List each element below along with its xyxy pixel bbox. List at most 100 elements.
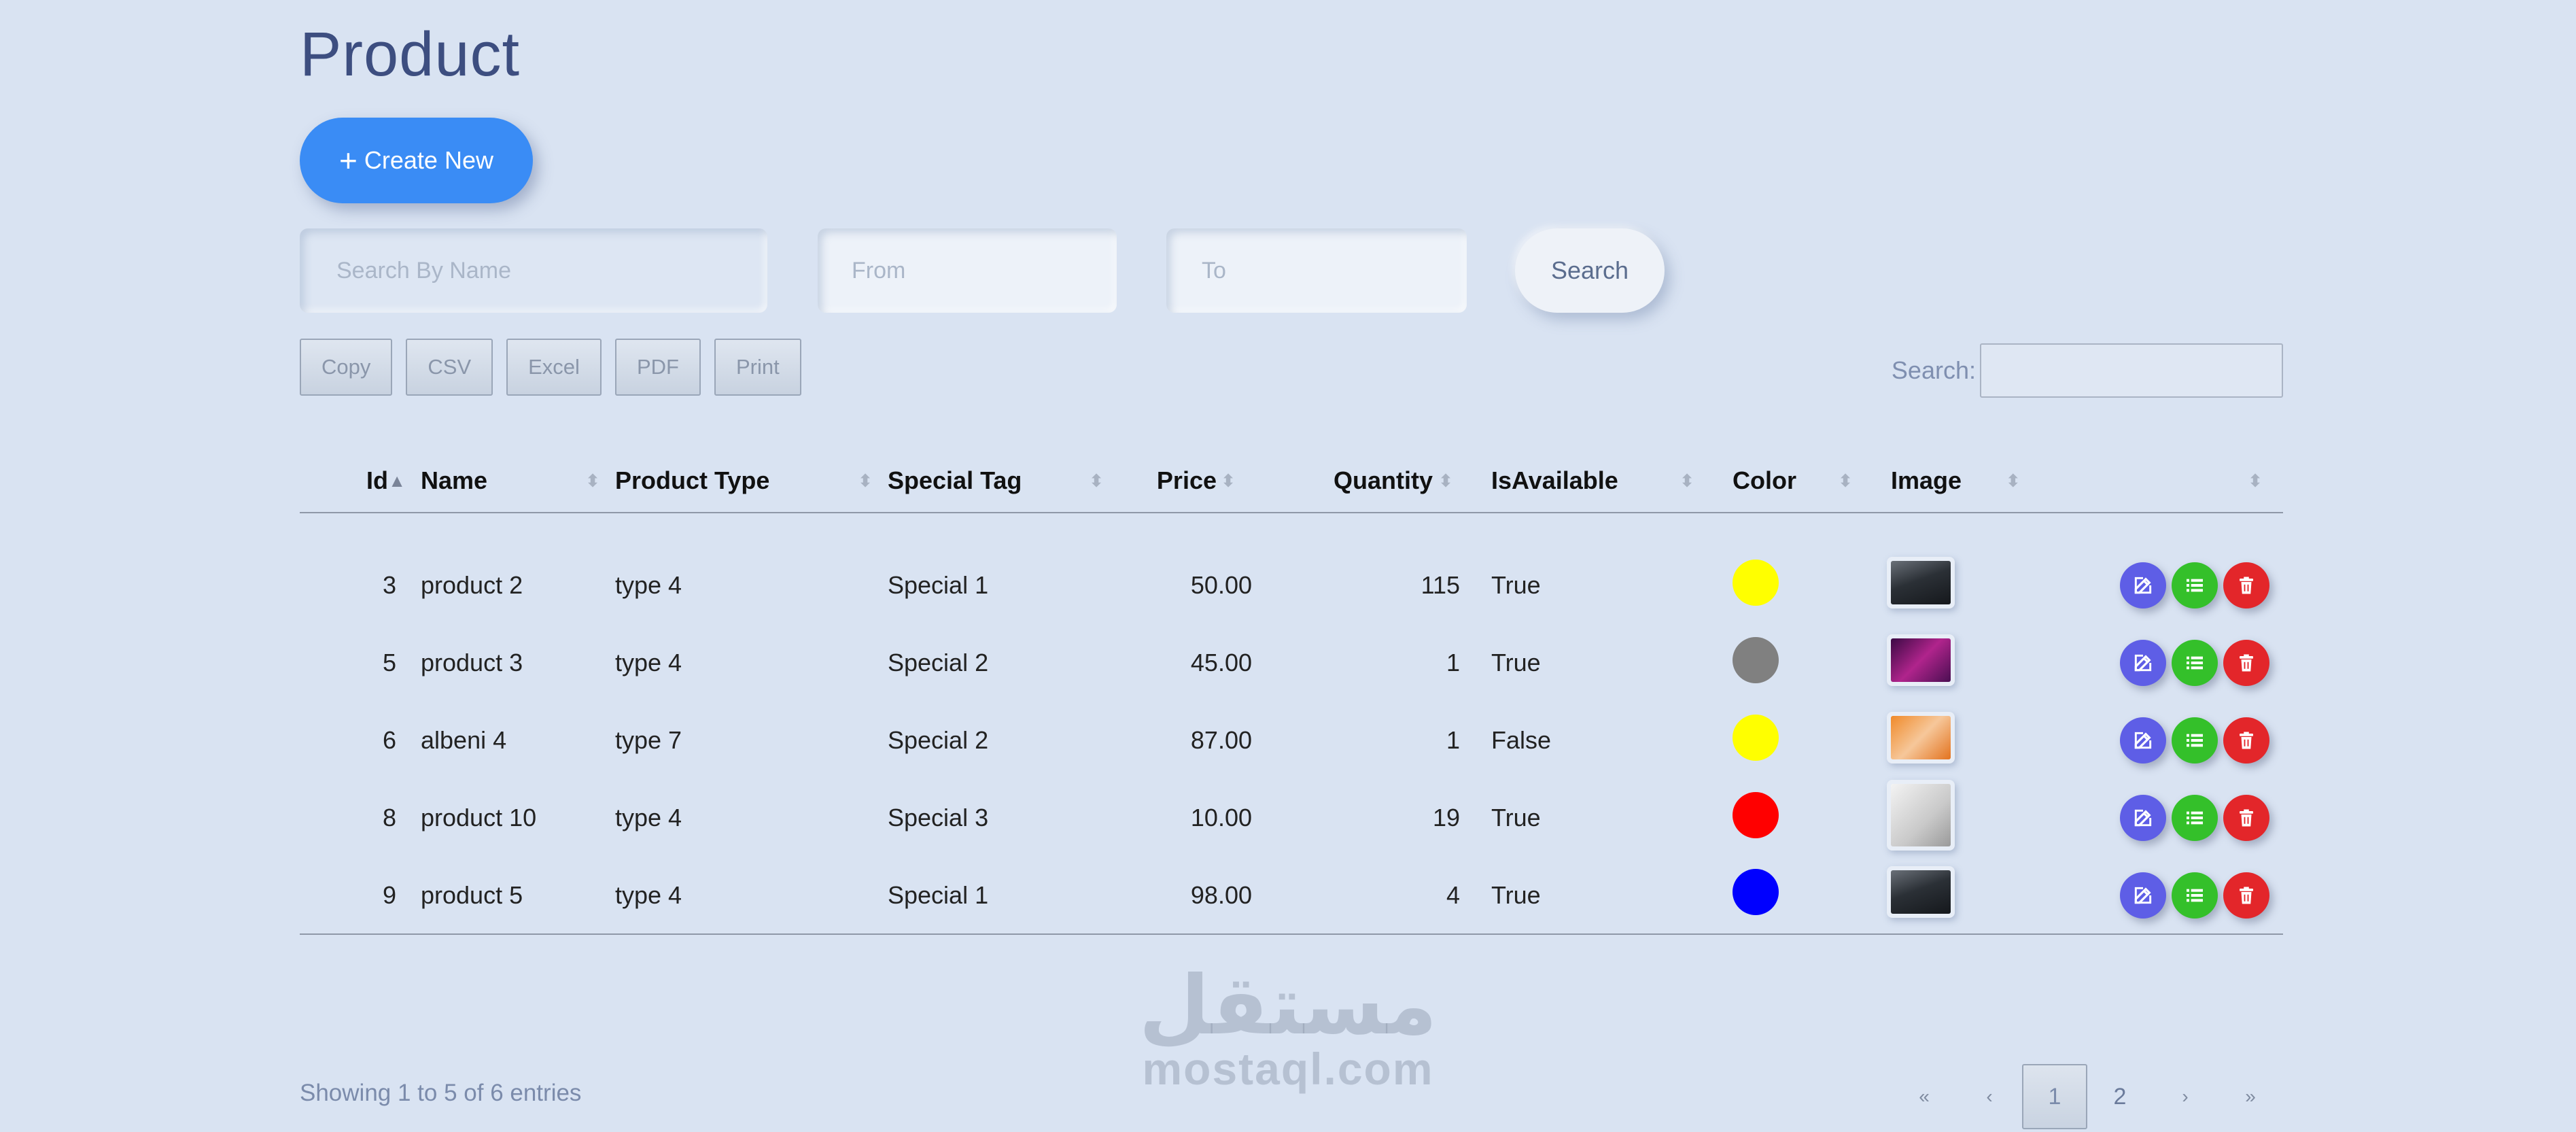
list-icon <box>2187 656 2203 670</box>
edit-icon <box>2134 577 2152 594</box>
col-name[interactable]: Name ⬍ <box>413 449 607 513</box>
cell-price: 50.00 <box>1190 571 1252 599</box>
page-2-button[interactable]: 2 <box>2087 1064 2153 1129</box>
color-swatch <box>1733 636 1779 683</box>
products-table: Id ▲ Name ⬍ Product Type ⬍ Special Tag ⬍… <box>300 449 2283 935</box>
cell-actions <box>2029 702 2283 779</box>
sort-icon: ⬍ <box>858 470 873 491</box>
details-button[interactable] <box>2172 640 2218 686</box>
pdf-button[interactable]: PDF <box>614 339 701 396</box>
trash-icon <box>2240 809 2253 827</box>
edit-button[interactable] <box>2120 640 2166 686</box>
col-actions[interactable]: ⬍ <box>2029 449 2283 513</box>
details-button[interactable] <box>2172 562 2218 608</box>
color-swatch <box>1733 559 1779 606</box>
details-button[interactable] <box>2172 872 2218 919</box>
sort-asc-icon: ▲ <box>388 470 406 491</box>
trash-icon <box>2240 887 2253 904</box>
col-id[interactable]: Id ▲ <box>300 449 413 513</box>
table-row: 5 product 3 type 4 Special 2 45.00 1 Tru… <box>300 624 2283 702</box>
cell-quantity: 4 <box>1252 857 1460 935</box>
table-search: Search: <box>1892 343 2283 398</box>
edit-button[interactable] <box>2120 717 2166 764</box>
table-search-input[interactable] <box>1980 343 2283 398</box>
product-thumbnail[interactable] <box>1887 711 1955 764</box>
product-thumbnail[interactable] <box>1887 866 1955 918</box>
page-1-button[interactable]: 1 <box>2022 1064 2087 1129</box>
first-page-button[interactable]: « <box>1892 1064 1957 1129</box>
product-thumbnail[interactable] <box>1887 634 1955 686</box>
col-price[interactable]: Price ⬍ <box>1111 449 1252 513</box>
create-new-button[interactable]: + Create New <box>300 118 533 203</box>
copy-button[interactable]: Copy <box>300 339 393 396</box>
table-info: Showing 1 to 5 of 6 entries <box>300 1080 582 1106</box>
last-page-button[interactable]: » <box>2218 1064 2283 1129</box>
delete-button[interactable] <box>2223 717 2269 764</box>
edit-button[interactable] <box>2120 562 2166 608</box>
edit-button[interactable] <box>2120 795 2166 841</box>
product-thumbnail[interactable] <box>1887 779 1955 851</box>
prev-page-button[interactable]: ‹ <box>1957 1064 2022 1129</box>
product-image <box>1891 783 1951 846</box>
cell-actions <box>2029 779 2283 857</box>
cell-image <box>1860 779 2029 857</box>
cell-quantity: 1 <box>1446 649 1460 676</box>
delete-button[interactable] <box>2223 562 2269 608</box>
delete-button[interactable] <box>2223 872 2269 919</box>
sort-icon: ⬍ <box>1438 470 1453 491</box>
cell-is-available: True <box>1491 571 1541 599</box>
product-thumbnail[interactable] <box>1887 556 1955 608</box>
delete-button[interactable] <box>2223 640 2269 686</box>
col-product-type[interactable]: Product Type ⬍ <box>607 449 880 513</box>
cell-image <box>1860 857 2029 935</box>
export-buttons: Copy CSV Excel PDF Print <box>300 339 815 396</box>
col-image[interactable]: Image ⬍ <box>1860 449 2029 513</box>
cell-color <box>1701 779 1860 857</box>
cell-special-tag: Special 1 <box>888 571 989 599</box>
cell-name: product 10 <box>421 804 537 831</box>
col-special-tag[interactable]: Special Tag ⬍ <box>880 449 1111 513</box>
edit-button[interactable] <box>2120 872 2166 919</box>
edit-icon <box>2134 732 2152 749</box>
cell-id: 5 <box>382 649 396 676</box>
details-button[interactable] <box>2172 717 2218 764</box>
cell-is-available: True <box>1460 857 1701 935</box>
cell-name: product 5 <box>413 857 607 935</box>
details-button[interactable] <box>2172 795 2218 841</box>
excel-button[interactable]: Excel <box>506 339 602 396</box>
cell-image <box>1860 624 2029 702</box>
list-icon <box>2187 734 2203 747</box>
color-swatch <box>1733 869 1779 915</box>
delete-button[interactable] <box>2223 795 2269 841</box>
to-date-input[interactable] <box>1166 228 1467 313</box>
product-image <box>1891 715 1951 759</box>
search-button[interactable]: Search <box>1515 228 1665 313</box>
next-page-button[interactable]: › <box>2153 1064 2218 1129</box>
cell-actions <box>2029 857 2283 935</box>
cell-id: 3 <box>382 571 396 599</box>
trash-icon <box>2240 732 2253 749</box>
print-button[interactable]: Print <box>714 339 801 396</box>
color-swatch <box>1733 714 1779 761</box>
cell-is-available: True <box>1491 649 1541 676</box>
table-row: 8 product 10 type 4 Special 3 10.00 19 T… <box>300 779 2283 857</box>
cell-id: 9 <box>300 857 413 935</box>
cell-price: 10.00 <box>1190 804 1252 831</box>
cell-special-tag: Special 2 <box>888 726 989 754</box>
col-quantity[interactable]: Quantity ⬍ <box>1252 449 1460 513</box>
cell-quantity: 19 <box>1432 804 1460 831</box>
cell-product-type: type 4 <box>607 857 880 935</box>
search-by-name-input[interactable] <box>300 228 767 313</box>
col-color[interactable]: Color ⬍ <box>1701 449 1860 513</box>
cell-color <box>1701 702 1860 779</box>
sort-icon: ⬍ <box>1221 470 1236 491</box>
sort-icon: ⬍ <box>1089 470 1104 491</box>
trash-icon <box>2240 577 2253 594</box>
col-is-available[interactable]: IsAvailable ⬍ <box>1460 449 1701 513</box>
cell-id: 8 <box>382 804 396 831</box>
from-date-input[interactable] <box>818 228 1117 313</box>
cell-quantity: 115 <box>1421 571 1460 599</box>
csv-button[interactable]: CSV <box>406 339 493 396</box>
cell-special-tag: Special 3 <box>888 804 989 831</box>
product-image <box>1891 870 1951 914</box>
